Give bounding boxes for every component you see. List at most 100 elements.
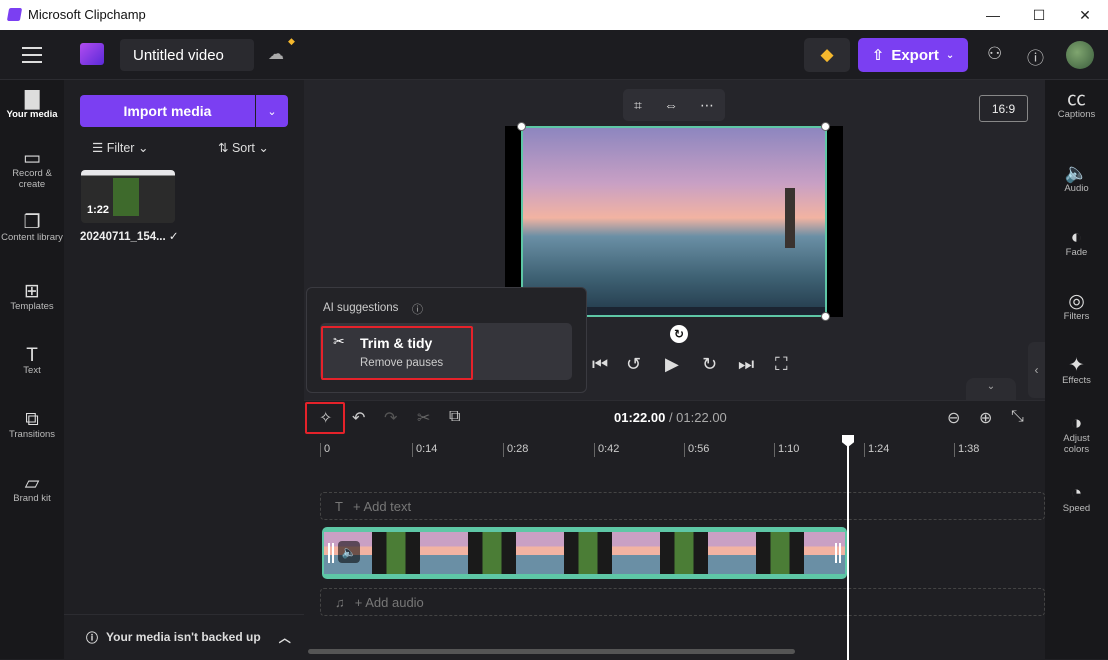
import-media-button[interactable]: Import media bbox=[80, 95, 255, 127]
chevron-down-icon: ⌄ bbox=[267, 105, 277, 118]
aspect-ratio-button[interactable]: 16:9 bbox=[979, 95, 1028, 122]
add-text-track[interactable]: T + Add text bbox=[320, 492, 1045, 520]
filter-button[interactable]: ☰ Filter ⌄ bbox=[92, 140, 148, 155]
ai-suggestions-button[interactable]: ✧ bbox=[319, 408, 332, 428]
add-media-icon[interactable]: ⧉ bbox=[449, 408, 460, 426]
nav-adjust-colors[interactable]: ◑ Adjust colors bbox=[1045, 413, 1108, 455]
rewind-5-icon[interactable]: ↺ bbox=[626, 354, 641, 375]
speedometer-icon: ◔ bbox=[1070, 483, 1083, 504]
playhead[interactable] bbox=[847, 437, 849, 660]
chevron-up-icon: ︿ bbox=[278, 630, 291, 645]
fit-timeline-icon[interactable]: ⤡ bbox=[1011, 408, 1024, 426]
folder-icon: ▇ bbox=[24, 89, 40, 110]
rotate-icon[interactable]: ↻ bbox=[670, 325, 688, 343]
import-dropdown-button[interactable]: ⌄ bbox=[256, 95, 288, 127]
adjust-colors-icon: ◑ bbox=[1070, 413, 1083, 434]
sort-button[interactable]: ⇅ Sort ⌄ bbox=[218, 140, 269, 155]
media-panel: Import media ⌄ ☰ Filter ⌄ ⇅ Sort ⌄ 1:22 … bbox=[64, 80, 304, 659]
nav-transitions[interactable]: ⧉ Transitions bbox=[0, 409, 64, 440]
split-icon[interactable]: ✂ bbox=[417, 408, 430, 428]
transitions-icon: ⧉ bbox=[25, 409, 39, 430]
share-icon[interactable]: ⚇ bbox=[987, 44, 1002, 64]
info-icon[interactable]: ⓘ bbox=[412, 301, 423, 317]
sort-icon: ⇅ bbox=[218, 141, 232, 155]
fit-icon[interactable]: ⇔ bbox=[664, 97, 678, 113]
expand-panel-button[interactable]: ‹ bbox=[1028, 342, 1045, 398]
ruler-tick: 0:56 bbox=[684, 443, 709, 457]
chevron-down-icon: ⌄ bbox=[945, 49, 955, 61]
play-button[interactable]: ▶ bbox=[665, 354, 679, 375]
export-label: Export bbox=[891, 46, 939, 64]
maximize-button[interactable]: ☐ bbox=[1016, 0, 1062, 30]
ai-suggestions-popup: AI suggestions ⓘ ✂ Trim & tidy Remove pa… bbox=[306, 287, 587, 393]
add-audio-track[interactable]: ♫ + Add audio bbox=[320, 588, 1045, 616]
close-button[interactable]: ✕ bbox=[1062, 0, 1108, 30]
timecode: 01:22.00 / 01:22.00 bbox=[614, 410, 727, 425]
speaker-icon[interactable]: 🔈 bbox=[338, 541, 360, 563]
clipchamp-logo-icon bbox=[6, 8, 23, 21]
timeline-ruler[interactable]: 0 0:14 0:28 0:42 0:56 1:10 1:24 1:38 bbox=[318, 439, 1045, 461]
nav-your-media[interactable]: ▇ Your media bbox=[0, 89, 64, 120]
highlight-box bbox=[321, 326, 473, 380]
clip-trim-handle-left[interactable] bbox=[328, 543, 334, 563]
ruler-tick: 0 bbox=[320, 443, 330, 457]
nav-text[interactable]: T Text bbox=[0, 345, 64, 376]
speaker-icon: 🔈 bbox=[1064, 163, 1089, 184]
minimize-button[interactable]: — bbox=[970, 0, 1016, 30]
clip-trim-handle-right[interactable] bbox=[835, 543, 841, 563]
nav-brand-kit[interactable]: ▱ Brand kit bbox=[0, 473, 64, 504]
project-title-input[interactable]: Untitled video bbox=[120, 39, 254, 71]
nav-content-library[interactable]: ❐ Content library bbox=[0, 213, 64, 243]
crop-icon[interactable]: ⌗ bbox=[634, 97, 642, 114]
trim-tidy-card[interactable]: ✂ Trim & tidy Remove pauses bbox=[320, 323, 572, 380]
nav-effects[interactable]: ✦ Effects bbox=[1045, 355, 1108, 386]
nav-record-create[interactable]: ▭ Record & create bbox=[0, 149, 64, 190]
upgrade-gem-button[interactable]: ◆ bbox=[804, 38, 850, 72]
nav-captions[interactable]: ㏄ Captions bbox=[1045, 89, 1108, 120]
window-titlebar: Microsoft Clipchamp — ☐ ✕ bbox=[0, 0, 1108, 30]
redo-icon[interactable]: ↷ bbox=[384, 408, 397, 428]
nav-templates[interactable]: ⊞ Templates bbox=[0, 282, 64, 312]
ruler-tick: 0:14 bbox=[412, 443, 437, 457]
resize-handle[interactable] bbox=[821, 312, 830, 321]
zoom-out-icon[interactable]: ⊖ bbox=[947, 408, 960, 428]
skip-back-icon[interactable]: ⏮ bbox=[592, 354, 608, 375]
timeline-scrollbar[interactable] bbox=[308, 649, 795, 654]
collapse-preview-button[interactable]: ⌄ bbox=[966, 378, 1016, 400]
forward-5-icon[interactable]: ↻ bbox=[702, 354, 717, 375]
check-icon: ✓ bbox=[168, 231, 179, 243]
avatar[interactable] bbox=[1066, 41, 1094, 69]
text-icon: T bbox=[335, 498, 343, 514]
fullscreen-icon[interactable]: ⛶ bbox=[775, 354, 788, 375]
help-icon[interactable]: ⓘ bbox=[1027, 44, 1044, 69]
resize-handle[interactable] bbox=[517, 122, 526, 131]
nav-fade[interactable]: ◐ Fade bbox=[1045, 228, 1108, 258]
captions-icon: ㏄ bbox=[1066, 89, 1086, 110]
skip-forward-icon[interactable]: ⏭ bbox=[738, 354, 754, 375]
magic-wand-icon: ✦ bbox=[1068, 355, 1085, 376]
menu-icon[interactable] bbox=[22, 47, 42, 63]
backup-notice[interactable]: ⓘ Your media isn't backed up ︿ bbox=[64, 614, 304, 659]
zoom-in-icon[interactable]: ⊕ bbox=[979, 408, 992, 428]
nav-speed[interactable]: ◔ Speed bbox=[1045, 483, 1108, 514]
export-button[interactable]: ⇧ Export ⌄ bbox=[858, 38, 968, 72]
video-clip[interactable]: 🔈 bbox=[322, 527, 847, 579]
brand-kit-icon: ▱ bbox=[24, 473, 40, 494]
ai-suggestions-title: AI suggestions bbox=[323, 302, 399, 314]
music-note-icon: ♫ bbox=[335, 594, 345, 610]
resize-handle[interactable] bbox=[821, 122, 830, 131]
ruler-tick: 1:10 bbox=[774, 443, 799, 457]
cloud-off-icon[interactable]: ☁ bbox=[268, 44, 284, 64]
text-icon: T bbox=[26, 345, 38, 366]
right-properties-bar: ㏄ Captions 🔈 Audio ◐ Fade ◎ Filters ✦ Effects… bbox=[1045, 80, 1108, 659]
nav-audio[interactable]: 🔈 Audio bbox=[1045, 163, 1108, 194]
media-thumbnail[interactable]: 1:22 bbox=[81, 170, 175, 223]
timeline: ✧ ↶ ↷ ✂ ⧉ 01:22.00 / 01:22.00 ⊖ ⊕ ⤡ 0 0:… bbox=[304, 400, 1045, 660]
nav-filters[interactable]: ◎ Filters bbox=[1045, 291, 1108, 322]
ruler-tick: 1:38 bbox=[954, 443, 979, 457]
undo-icon[interactable]: ↶ bbox=[352, 408, 365, 428]
filters-icon: ◎ bbox=[1068, 291, 1085, 312]
premium-gem-icon: ◆ bbox=[288, 36, 295, 46]
ruler-tick: 0:42 bbox=[594, 443, 619, 457]
more-icon[interactable]: ⋯ bbox=[700, 97, 714, 114]
